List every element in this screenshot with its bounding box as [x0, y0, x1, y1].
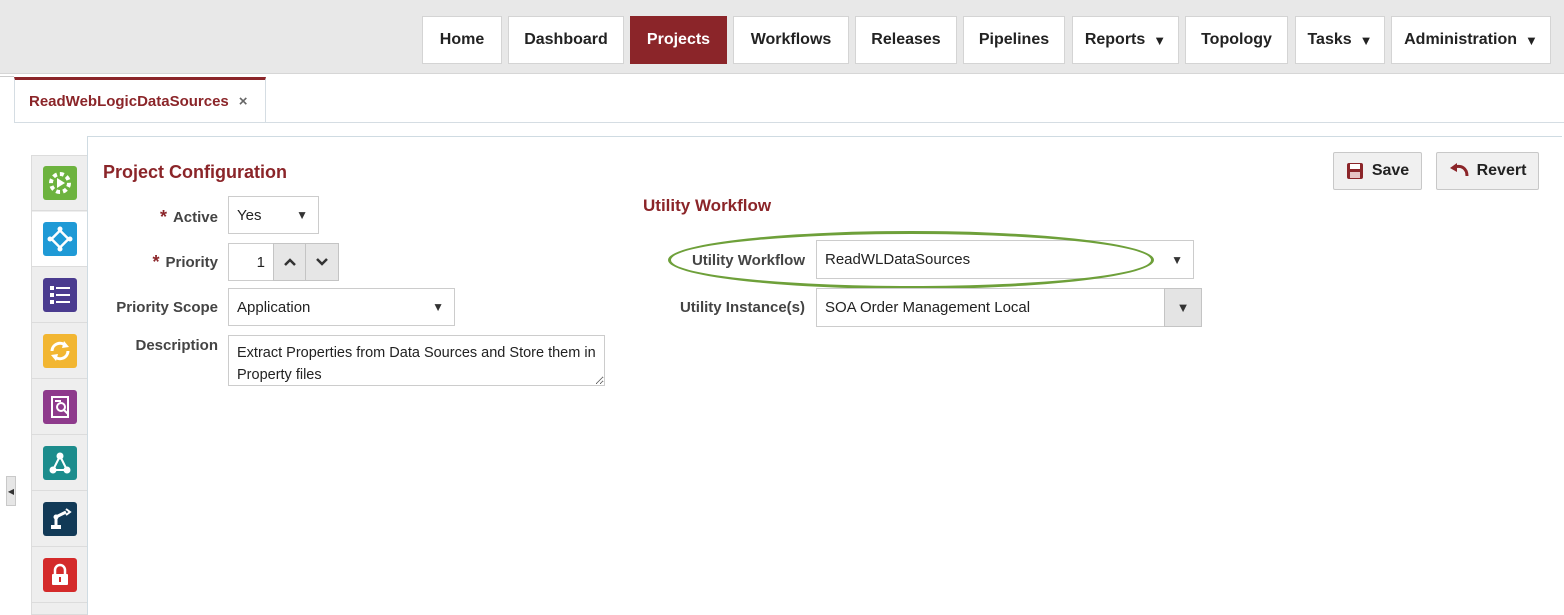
nav-workflows[interactable]: Workflows — [733, 16, 849, 64]
nav-projects-label: Projects — [646, 31, 711, 48]
priority-scope-label: Priority Scope — [116, 299, 218, 316]
report-icon — [42, 390, 77, 424]
utility-workflow-value: ReadWLDataSources — [825, 251, 971, 268]
list-icon — [42, 278, 77, 312]
priority-label-text: Priority — [165, 254, 218, 271]
nav-workflows-label: Workflows — [750, 31, 832, 48]
revert-button-label: Revert — [1476, 162, 1527, 179]
nav-projects[interactable]: Projects — [630, 16, 727, 64]
nav-pipelines[interactable]: Pipelines — [963, 16, 1065, 64]
save-button[interactable]: Save — [1333, 152, 1422, 190]
chevron-down-icon: ▼ — [432, 300, 444, 314]
chevron-down-icon: ▼ — [1171, 252, 1183, 267]
side-btn-list[interactable] — [32, 268, 87, 323]
tab-project-title: ReadWebLogicDataSources — [29, 92, 229, 110]
chevron-down-icon: ▼ — [1525, 32, 1538, 48]
utility-instances-dropdown-button[interactable]: ▼ — [1164, 288, 1202, 327]
utility-instances-value: SOA Order Management Local — [825, 299, 1031, 316]
revert-button[interactable]: Revert — [1436, 152, 1539, 190]
robot-arm-icon — [42, 502, 77, 536]
chevron-down-icon: ▼ — [1359, 32, 1373, 48]
side-btn-workflow[interactable] — [32, 212, 87, 267]
undo-icon — [1449, 163, 1469, 177]
utility-workflow-select[interactable]: ReadWLDataSources ▼ — [816, 240, 1194, 279]
nav-tasks-label: Tasks — [1307, 31, 1352, 48]
chevron-down-icon — [316, 258, 328, 266]
utility-instances-label: Utility Instance(s) — [679, 299, 805, 316]
tab-project[interactable]: ReadWebLogicDataSources × — [14, 77, 266, 122]
divider — [0, 76, 14, 77]
active-label: * Active — [120, 206, 218, 227]
priority-input[interactable]: 1 — [228, 243, 274, 281]
nav-releases-label: Releases — [871, 31, 941, 48]
priority-scope-select[interactable]: Application ▼ — [228, 288, 455, 326]
priority-decrement-button[interactable] — [305, 243, 339, 281]
nav-administration[interactable]: Administration ▼ — [1391, 16, 1551, 64]
project-config-title: Project Configuration — [103, 162, 287, 182]
close-icon[interactable]: × — [239, 93, 248, 110]
workflow-icon — [42, 222, 77, 256]
top-navigation-bar: Home Dashboard Projects Workflows Releas… — [0, 0, 1564, 74]
nav-administration-label: Administration — [1404, 31, 1517, 48]
nav-dashboard[interactable]: Dashboard — [508, 16, 624, 64]
active-label-text: Active — [172, 209, 218, 226]
required-mark: * — [159, 207, 167, 227]
side-btn-lock[interactable] — [32, 548, 87, 603]
utility-workflow-title: Utility Workflow — [643, 196, 772, 215]
side-btn-deploy[interactable] — [32, 156, 87, 211]
utility-workflow-label: Utility Workflow — [691, 252, 805, 269]
nav-dashboard-label: Dashboard — [524, 31, 608, 48]
priority-scope-value: Application — [237, 298, 311, 316]
nav-home-label: Home — [439, 31, 485, 48]
lock-icon — [42, 558, 77, 592]
nav-reports-label: Reports — [1084, 31, 1146, 48]
nav-reports[interactable]: Reports ▼ — [1072, 16, 1179, 64]
priority-increment-button[interactable] — [273, 243, 306, 281]
save-button-label: Save — [1371, 162, 1410, 179]
chevron-down-icon: ▼ — [296, 208, 308, 222]
collapse-handle[interactable]: ◀ — [6, 476, 16, 506]
nav-releases[interactable]: Releases — [855, 16, 957, 64]
active-select[interactable]: Yes ▼ — [228, 196, 319, 234]
utility-instances-select[interactable]: SOA Order Management Local — [816, 288, 1166, 327]
nav-topology-label: Topology — [1201, 31, 1272, 48]
side-btn-topology[interactable] — [32, 436, 87, 491]
topology-icon — [42, 446, 77, 480]
deploy-gear-icon — [42, 166, 77, 200]
chevron-up-icon — [283, 258, 296, 266]
required-mark: * — [152, 252, 160, 272]
save-icon — [1346, 163, 1363, 179]
chevron-down-icon: ▼ — [1176, 300, 1190, 315]
side-toolbar — [31, 155, 88, 615]
side-btn-refresh[interactable] — [32, 324, 87, 379]
side-btn-report[interactable] — [32, 380, 87, 435]
side-btn-robot[interactable] — [32, 492, 87, 547]
nav-tasks[interactable]: Tasks ▼ — [1295, 16, 1385, 64]
active-select-value: Yes — [237, 206, 262, 224]
priority-label: * Priority — [120, 251, 218, 272]
nav-pipelines-label: Pipelines — [978, 31, 1050, 48]
description-label: Description — [135, 337, 218, 354]
nav-home[interactable]: Home — [422, 16, 502, 64]
refresh-icon — [42, 334, 77, 368]
description-textarea[interactable]: Extract Properties from Data Sources and… — [228, 335, 605, 386]
priority-value: 1 — [256, 253, 265, 271]
chevron-down-icon: ▼ — [1153, 32, 1167, 48]
nav-topology[interactable]: Topology — [1185, 16, 1288, 64]
